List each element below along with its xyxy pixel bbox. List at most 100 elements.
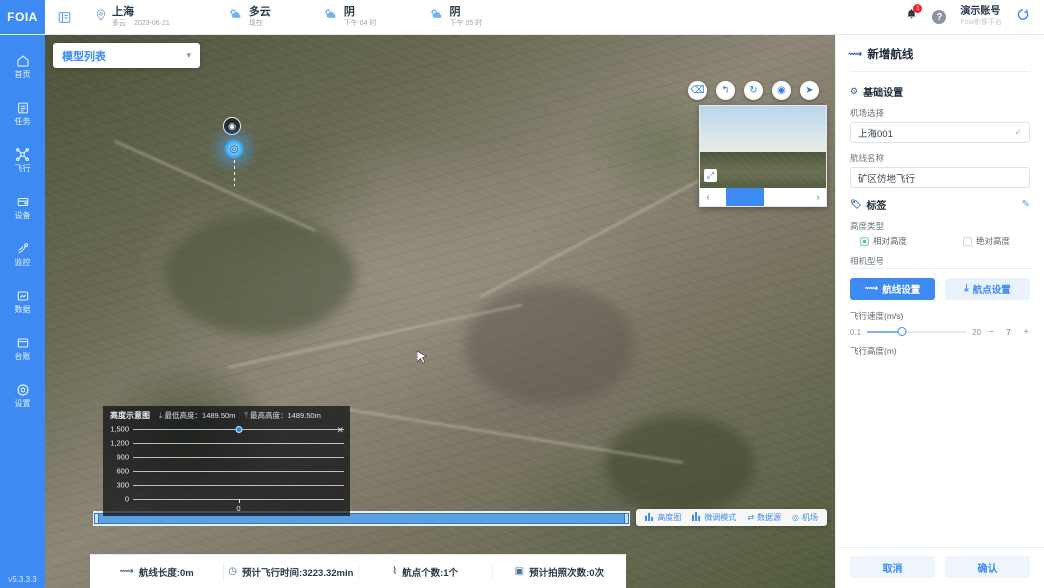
status-flight-time: ◷ 预计飞行时间:3223.32min <box>224 563 358 581</box>
toggle-altitude-chart[interactable]: 高度图 <box>645 512 681 523</box>
toggle-tune-mode[interactable]: 微调模式 <box>692 512 736 523</box>
send-icon[interactable]: ➤ <box>800 81 819 100</box>
location-block[interactable]: 上海 多云 2023-06-21 <box>83 0 176 34</box>
tag-section-header: 🏷 标签 ✎ <box>850 197 1030 212</box>
bottom-status-bar: ⟿ 航线长度:0m ◷ 预计飞行时间:3223.32min ⌇ 航点个数:1个 … <box>90 554 626 588</box>
sidebar-item-settings[interactable]: 设置 <box>0 382 45 409</box>
terrain-blob <box>605 415 755 515</box>
divider <box>850 71 1030 72</box>
waypoint-icon: ⌇ <box>392 566 397 577</box>
notification-badge: 1 <box>913 4 922 13</box>
y-tick-label: 600 <box>116 467 129 476</box>
marker-glow-icon: ◎ <box>223 138 245 160</box>
increment-button[interactable]: + <box>1022 327 1030 338</box>
preview-thumb[interactable] <box>726 188 764 206</box>
status-text: 预计飞行时间:3223.32min <box>242 565 353 579</box>
map-canvas[interactable]: 模型列表 ▾ ⌫ ↰ ↻ ◉ ➤ ⤢ ‹ <box>45 35 835 588</box>
location-condition: 多云 <box>112 19 126 29</box>
sidebar-item-flight[interactable]: 飞行 <box>0 147 45 174</box>
cancel-button[interactable]: 取消 <box>850 556 935 578</box>
radio-absolute-altitude[interactable]: 绝对高度 <box>963 235 1010 247</box>
ledger-icon <box>16 335 30 350</box>
forecast-time: 下午 05 时 <box>450 19 483 29</box>
airport-field-label: 机场选择 <box>850 107 1030 119</box>
radio-relative-altitude[interactable]: 相对高度 <box>860 235 907 247</box>
toggle-label: 数据源 <box>757 512 781 523</box>
account-block[interactable]: 演示账号 Foia影像平台 <box>960 6 1002 28</box>
sidebar-item-home[interactable]: 首页 <box>0 53 45 80</box>
undo-icon[interactable]: ↰ <box>716 81 735 100</box>
speed-slider-knob[interactable] <box>897 327 906 336</box>
sidebar-item-ledger[interactable]: 台账 <box>0 335 45 362</box>
toggle-airport[interactable]: ◎ 机场 <box>792 512 818 523</box>
location-pin-icon[interactable]: ◉ <box>772 81 791 100</box>
toggle-label: 高度图 <box>657 512 681 523</box>
model-list-dropdown[interactable]: 模型列表 ▾ <box>53 43 200 68</box>
forecast-condition: 阴 <box>344 6 377 19</box>
terrain-blob <box>165 215 355 335</box>
forecast-now: 多云 现在 <box>228 0 271 34</box>
speed-slider-track[interactable] <box>867 331 966 333</box>
sidebar-item-label: 设备 <box>15 211 31 221</box>
sidebar-item-label: 首页 <box>15 70 31 80</box>
location-city: 上海 <box>112 6 170 19</box>
forecast-2: 阴 下午 05 时 <box>429 0 483 34</box>
expand-icon[interactable]: ⤢ <box>704 169 717 182</box>
speed-value[interactable]: 7 <box>1000 327 1017 337</box>
sidebar-item-task[interactable]: 任务 <box>0 100 45 127</box>
preview-next-arrow[interactable]: › <box>810 192 826 203</box>
slider-max: 20 <box>972 328 981 337</box>
scrollbar-handle-left[interactable] <box>94 513 99 524</box>
tab-route-settings[interactable]: ⟿ 航线设置 <box>850 278 935 300</box>
sidebar-item-label: 设置 <box>15 399 31 409</box>
status-text: 航线长度:0m <box>139 565 194 579</box>
location-pin-icon <box>95 8 107 26</box>
y-tick-label: 900 <box>116 453 129 462</box>
toggle-datasource[interactable]: ⇄ 数据源 <box>747 512 781 523</box>
route-icon: ⟿ <box>865 283 879 294</box>
sidebar-item-monitor[interactable]: 监控 <box>0 241 45 268</box>
decrement-button[interactable]: − <box>987 327 995 338</box>
camera-preview-window[interactable]: ⤢ ‹ › <box>699 105 827 207</box>
elevation-plot: 1,500 1,200 900 600 300 0 0 <box>133 425 344 503</box>
preview-track[interactable] <box>716 188 810 206</box>
sidebar-item-device[interactable]: 设备 <box>0 194 45 221</box>
route-settings-panel: ⟿ 新增航线 ⚙ 基础设置 机场选择 上海001 ✓ 航线名称 矿区仿地飞行 <box>835 35 1044 588</box>
min-altitude-label: 最低高度：1489.50m <box>165 410 236 421</box>
elevation-data-point[interactable] <box>235 426 242 433</box>
confirm-button[interactable]: 确认 <box>945 556 1030 578</box>
delete-icon[interactable]: ⌫ <box>688 81 707 100</box>
clock-icon: ◷ <box>228 566 237 577</box>
preview-prev-arrow[interactable]: ‹ <box>700 192 716 203</box>
tab-label: 航点设置 <box>973 282 1011 296</box>
panel-footer: 取消 确认 <box>836 547 1044 588</box>
logout-icon[interactable] <box>1016 8 1030 26</box>
tab-waypoint-settings[interactable]: ⤓ 航点设置 <box>945 278 1030 300</box>
y-tick-label: 300 <box>116 481 129 490</box>
radio-unchecked-icon <box>963 237 972 246</box>
route-name-label: 航线名称 <box>850 152 1030 164</box>
chevron-down-icon: ▾ <box>186 50 191 61</box>
account-name: 演示账号 <box>960 6 1002 18</box>
menu-icon[interactable] <box>45 0 83 34</box>
y-tick-label: 1,200 <box>110 439 129 448</box>
airport-select[interactable]: 上海001 ✓ <box>850 122 1030 143</box>
bell-icon[interactable]: 1 <box>905 8 918 26</box>
x-tick <box>239 499 240 503</box>
sidebar-item-label: 任务 <box>15 117 31 127</box>
preview-scrollbar[interactable]: ‹ › <box>700 188 826 206</box>
scrollbar-handle-right[interactable] <box>624 513 629 524</box>
elevation-chart-title: 高度示意图 <box>110 410 150 421</box>
sidebar-item-data[interactable]: 数据 <box>0 288 45 315</box>
x-tick-label: 0 <box>236 504 240 513</box>
help-icon[interactable]: ? <box>932 10 946 24</box>
route-name-input[interactable]: 矿区仿地飞行 <box>850 167 1030 188</box>
speed-stepper: − 7 + <box>987 327 1030 338</box>
max-altitude-label: 最高高度：1489.50m <box>250 410 321 421</box>
airport-marker[interactable]: ◉ ◎ <box>223 117 245 186</box>
task-icon <box>16 100 30 115</box>
pencil-icon[interactable]: ✎ <box>1022 199 1030 210</box>
app-root: FOIA 上海 多云 2023-06-21 <box>0 0 1044 588</box>
refresh-icon[interactable]: ↻ <box>744 81 763 100</box>
route-name-value: 矿区仿地飞行 <box>858 171 915 185</box>
